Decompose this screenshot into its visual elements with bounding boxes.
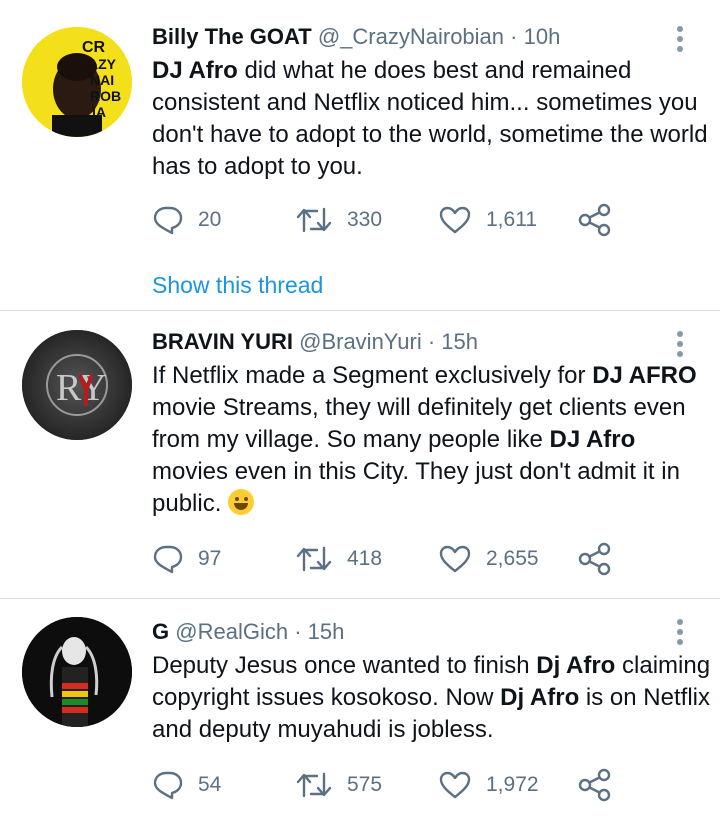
avatar[interactable]: RY [22,330,132,440]
more-options-icon[interactable] [672,617,688,647]
mention-text: Dj Afro [500,684,580,711]
share-icon [578,542,611,576]
reply-icon [153,545,183,574]
timestamp[interactable]: 10h [524,24,561,49]
timestamp[interactable]: 15h [441,329,478,354]
heart-icon [439,771,471,799]
svg-text:AZY: AZY [88,56,117,72]
display-name[interactable]: BRAVIN YURI [152,329,293,354]
retweet-button[interactable]: 418 [295,539,382,579]
share-icon [578,203,611,237]
user-handle[interactable]: @BravinYuri [299,329,422,354]
display-name[interactable]: G [152,619,169,644]
retweet-count: 575 [347,773,383,796]
reply-button[interactable]: 20 [152,200,221,240]
rolling-on-floor-laughing-emoji [228,489,255,515]
retweet-button[interactable]: 330 [295,200,382,240]
retweet-icon [296,772,332,798]
tweet-2[interactable]: RY BRAVIN YURI @BravinYuri · 15h If Netf… [0,311,720,598]
like-count: 2,655 [486,547,539,570]
avatar-image: CR AZY NAI ROB IA N [22,27,132,137]
tweet-header: Billy The GOAT @_CrazyNairobian · 10h [152,22,560,52]
text-segment: If Netflix made a Segment exclusively fo… [152,362,593,389]
retweet-icon [296,207,332,233]
reply-button[interactable]: 97 [152,539,221,579]
show-thread-link[interactable]: Show this thread [152,272,323,299]
tweet-text: Deputy Jesus once wanted to finish Dj Af… [152,650,712,746]
mention-text: Dj Afro [536,652,616,679]
more-options-icon[interactable] [672,24,688,54]
separator: · [294,619,302,644]
share-button[interactable] [578,539,612,579]
svg-text:RY: RY [56,367,107,409]
user-handle[interactable]: @RealGich [175,619,288,644]
tweet-actions: 20 330 1,611 [152,200,622,240]
retweet-count: 330 [347,208,383,231]
tweet-header: G @RealGich · 15h [152,617,344,647]
retweet-button[interactable]: 575 [295,765,382,805]
reply-icon [153,206,183,235]
separator: · [427,329,436,354]
timestamp[interactable]: 15h [308,619,345,644]
reply-count: 54 [198,773,222,796]
tweet-text: DJ Afro did what he does best and remain… [152,55,712,183]
mention-text: DJ AFRO [592,362,697,389]
like-button[interactable]: 1,972 [438,765,539,805]
like-button[interactable]: 1,611 [438,200,537,240]
avatar-image: RY [22,330,132,440]
svg-text:NAI: NAI [90,72,114,88]
separator: · [510,24,518,49]
text-segment: Deputy Jesus once wanted to finish [152,652,537,679]
reply-icon [153,771,183,800]
display-name[interactable]: Billy The GOAT [152,24,312,49]
svg-text:CR: CR [82,39,106,56]
share-button[interactable] [578,200,612,240]
tweet-1[interactable]: CR AZY NAI ROB IA N Billy The GOAT @_Cra… [0,0,720,310]
svg-text:N: N [92,118,102,134]
mention-text: DJ Afro [549,426,636,453]
avatar-image [22,617,132,727]
retweet-count: 418 [347,547,383,570]
like-count: 1,611 [486,208,537,231]
svg-text:ROB: ROB [90,88,121,104]
mention-text: DJ Afro [152,57,238,84]
tweet-actions: 54 575 1,972 [152,765,622,805]
share-button[interactable] [578,765,612,805]
like-button[interactable]: 2,655 [438,539,539,579]
like-count: 1,972 [486,773,539,796]
user-handle[interactable]: @_CrazyNairobian [318,24,504,49]
avatar[interactable]: CR AZY NAI ROB IA N [22,27,132,137]
reply-count: 97 [198,547,222,570]
more-options-icon[interactable] [672,329,688,359]
tweet-actions: 97 418 2,655 [152,539,622,579]
share-icon [578,768,611,802]
tweet-3[interactable]: G @RealGich · 15h Deputy Jesus once want… [0,599,720,824]
tweet-text: If Netflix made a Segment exclusively fo… [152,360,712,520]
heart-icon [439,206,471,234]
reply-count: 20 [198,208,222,231]
retweet-icon [296,546,332,572]
avatar[interactable] [22,617,132,727]
tweet-header: BRAVIN YURI @BravinYuri · 15h [152,327,478,357]
heart-icon [439,545,471,573]
reply-button[interactable]: 54 [152,765,221,805]
